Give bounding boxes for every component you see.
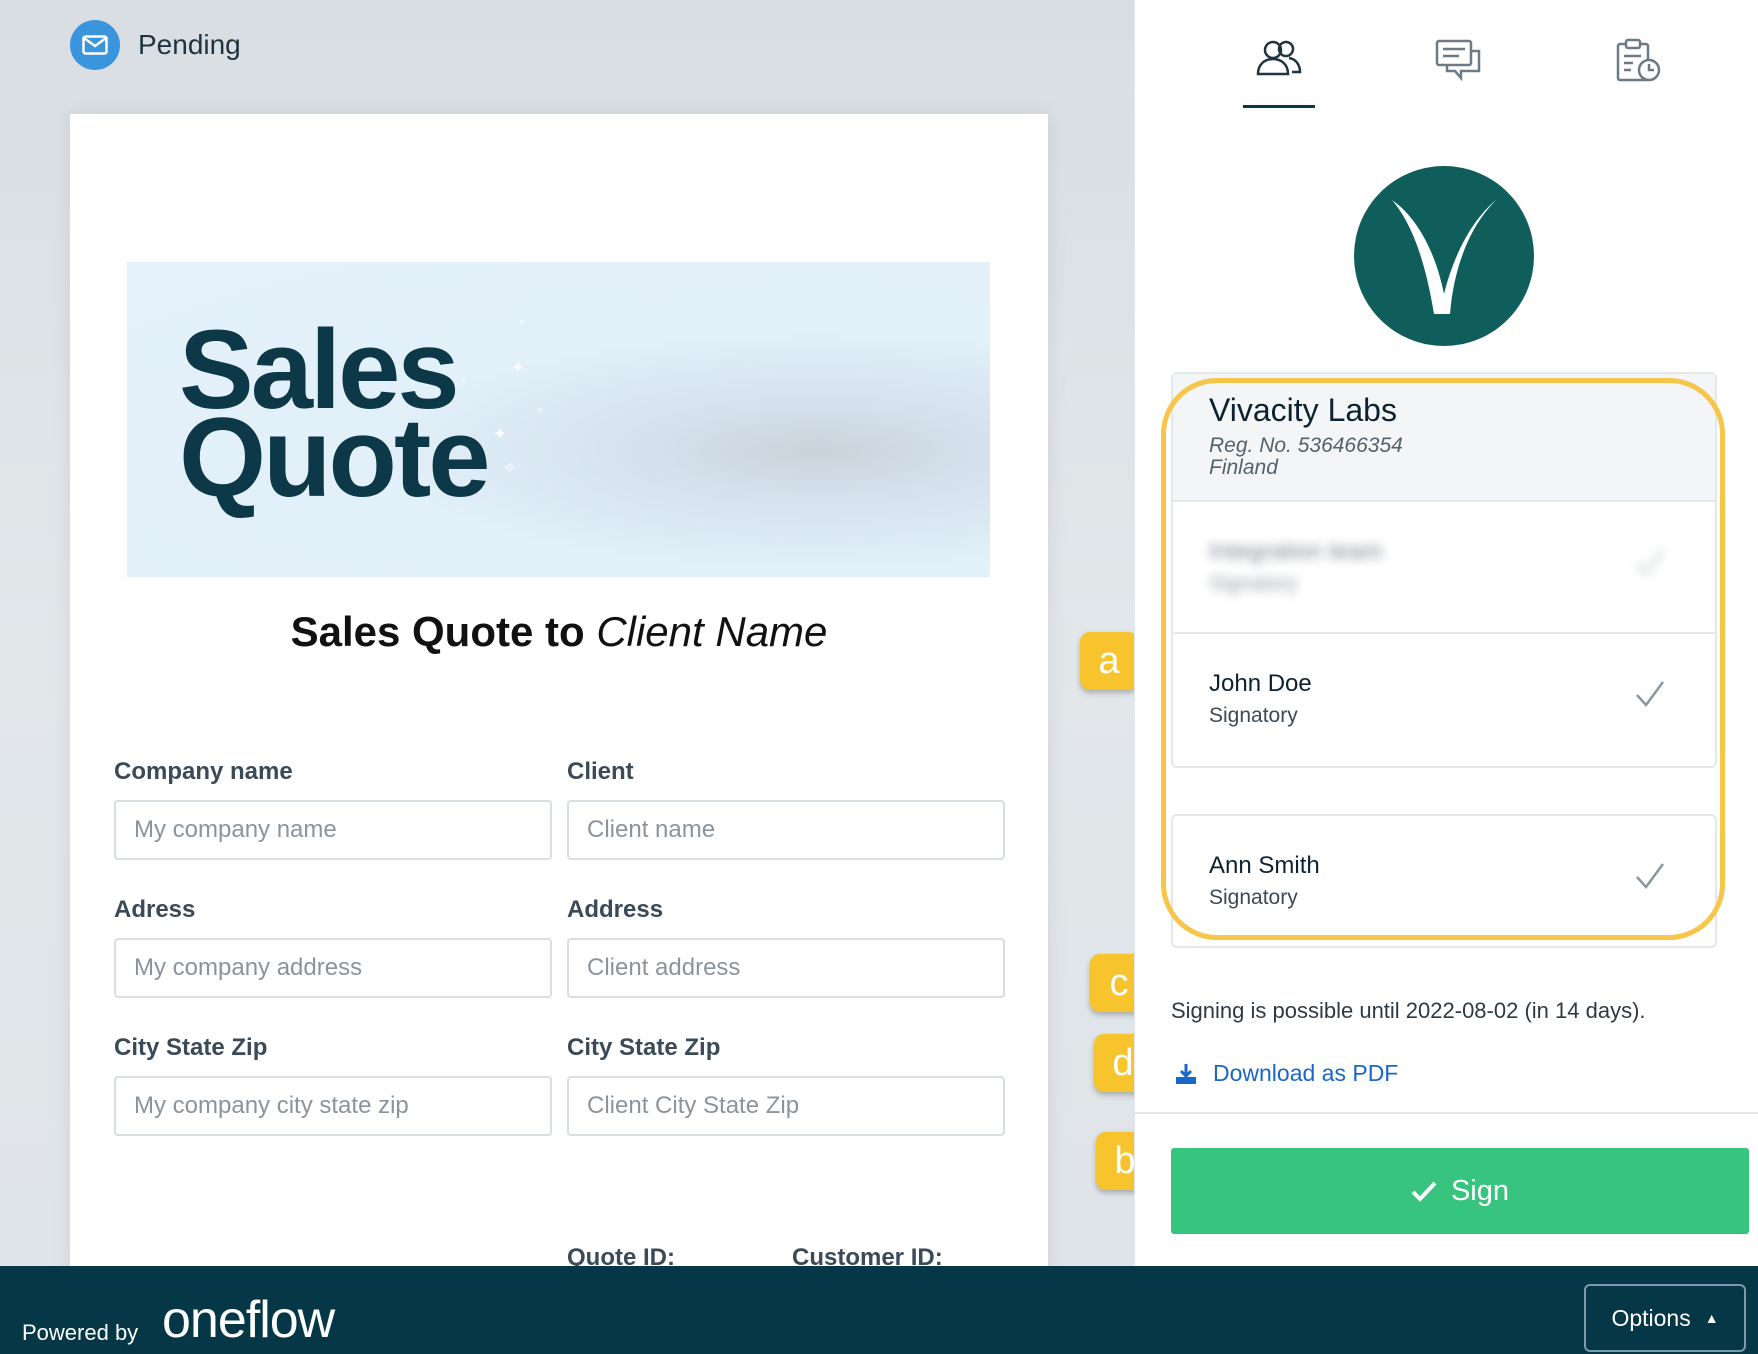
company-city-input[interactable]: My company city state zip	[114, 1076, 552, 1136]
check-icon	[1636, 863, 1665, 889]
client-label: Client	[567, 758, 634, 785]
vivacity-logo-icon	[1392, 200, 1496, 314]
banner-title-line2: Quote	[179, 395, 491, 520]
customer-id-label: Customer ID:	[792, 1244, 943, 1266]
signing-sidebar: Vivacity Labs Reg. No. 536466354 Finland…	[1134, 0, 1758, 1266]
participant-name: John Doe	[1209, 670, 1312, 697]
powered-by-label: Powered by	[22, 1320, 139, 1345]
participants-icon	[1256, 40, 1302, 76]
sparkle-icon: ✦	[493, 426, 507, 443]
client-address-input[interactable]: Client address	[567, 938, 1005, 998]
party-country: Finland	[1209, 456, 1278, 480]
options-button[interactable]: Options ▲	[1584, 1284, 1746, 1352]
audit-trail-icon	[1616, 38, 1661, 82]
participant-role: Signatory	[1209, 704, 1298, 727]
participant-role: Signatory	[1209, 886, 1298, 909]
company-name-input[interactable]: My company name	[114, 800, 552, 860]
client-address-label: Address	[567, 896, 664, 923]
annotation-badge-d: d	[1094, 1034, 1134, 1092]
participant-name: Ann Smith	[1209, 852, 1320, 879]
check-icon	[1411, 1181, 1437, 1202]
sign-button-label: Sign	[1450, 1174, 1510, 1207]
client-name-placeholder: Client Name	[596, 608, 828, 655]
company-name-label: Company name	[114, 758, 293, 785]
envelope-icon	[70, 20, 120, 70]
client-name-input[interactable]: Client name	[567, 800, 1005, 860]
document-banner: Sales Quote ✦ ✦ ◦ ◦ ✧ ◦	[127, 262, 990, 577]
company-address-input[interactable]: My company address	[114, 938, 552, 998]
sparkle-icon: ◦	[519, 314, 525, 331]
party-card: Vivacity Labs Reg. No. 536466354 Finland…	[1171, 372, 1717, 768]
client-city-input[interactable]: Client City State Zip	[567, 1076, 1005, 1136]
document-page: Sales Quote ✦ ✦ ◦ ◦ ✧ ◦ Sales Quote to C…	[70, 114, 1048, 1266]
check-icon	[1636, 549, 1665, 575]
sparkle-icon: ✦	[511, 360, 525, 377]
participant-name: Integration team	[1209, 538, 1383, 565]
tab-messages[interactable]	[1423, 38, 1495, 108]
company-address-label: Adress	[114, 896, 196, 923]
sparkle-icon: ✧	[503, 460, 517, 477]
sparkle-icon: ◦	[537, 402, 543, 419]
annotation-badge-c: c	[1090, 954, 1134, 1012]
party-name: Vivacity Labs	[1209, 392, 1397, 428]
check-icon	[1636, 681, 1665, 707]
party-reg-no: Reg. No. 536466354	[1209, 434, 1403, 457]
download-icon	[1176, 1063, 1196, 1084]
sign-button[interactable]: Sign	[1171, 1148, 1749, 1234]
document-area: Pending Sales Quote ✦ ✦ ◦ ◦ ✧ ◦ Sales Qu…	[0, 0, 1134, 1266]
participant-role: Signatory	[1209, 572, 1298, 595]
status-label: Pending	[138, 29, 241, 60]
company-city-label: City State Zip	[114, 1034, 268, 1061]
tab-audit-trail[interactable]	[1603, 38, 1675, 108]
sparkle-icon: ◦	[461, 372, 467, 389]
download-pdf-link[interactable]: Download as PDF	[1175, 1060, 1398, 1087]
options-label: Options	[1611, 1304, 1691, 1331]
annotation-badge-a: a	[1080, 632, 1134, 690]
participant-row[interactable]: John Doe Signatory	[1173, 634, 1715, 766]
annotation-badge-b: b	[1096, 1132, 1134, 1190]
caret-up-icon: ▲	[1704, 1310, 1719, 1326]
company-logo	[1354, 166, 1534, 346]
oneflow-logo: oneflow	[162, 1291, 335, 1349]
messages-icon	[1435, 39, 1481, 82]
tab-participants[interactable]	[1243, 38, 1315, 108]
counterparty-card[interactable]: Ann Smith Signatory	[1171, 814, 1717, 948]
divider	[1135, 1112, 1758, 1114]
document-title: Sales Quote to Client Name	[290, 608, 828, 655]
quote-id-label: Quote ID:	[567, 1244, 675, 1266]
participant-row[interactable]: Integration team Signatory	[1173, 502, 1715, 634]
party-header: Vivacity Labs Reg. No. 536466354 Finland	[1173, 374, 1715, 502]
signing-deadline-note: Signing is possible until 2022-08-02 (in…	[1171, 998, 1646, 1023]
footer-bar: Powered by oneflow Options ▲	[0, 1266, 1758, 1354]
status-indicator: Pending	[70, 20, 241, 70]
sidebar-tabs	[1135, 38, 1758, 108]
client-city-label: City State Zip	[567, 1034, 721, 1061]
download-pdf-label: Download as PDF	[1213, 1060, 1399, 1086]
